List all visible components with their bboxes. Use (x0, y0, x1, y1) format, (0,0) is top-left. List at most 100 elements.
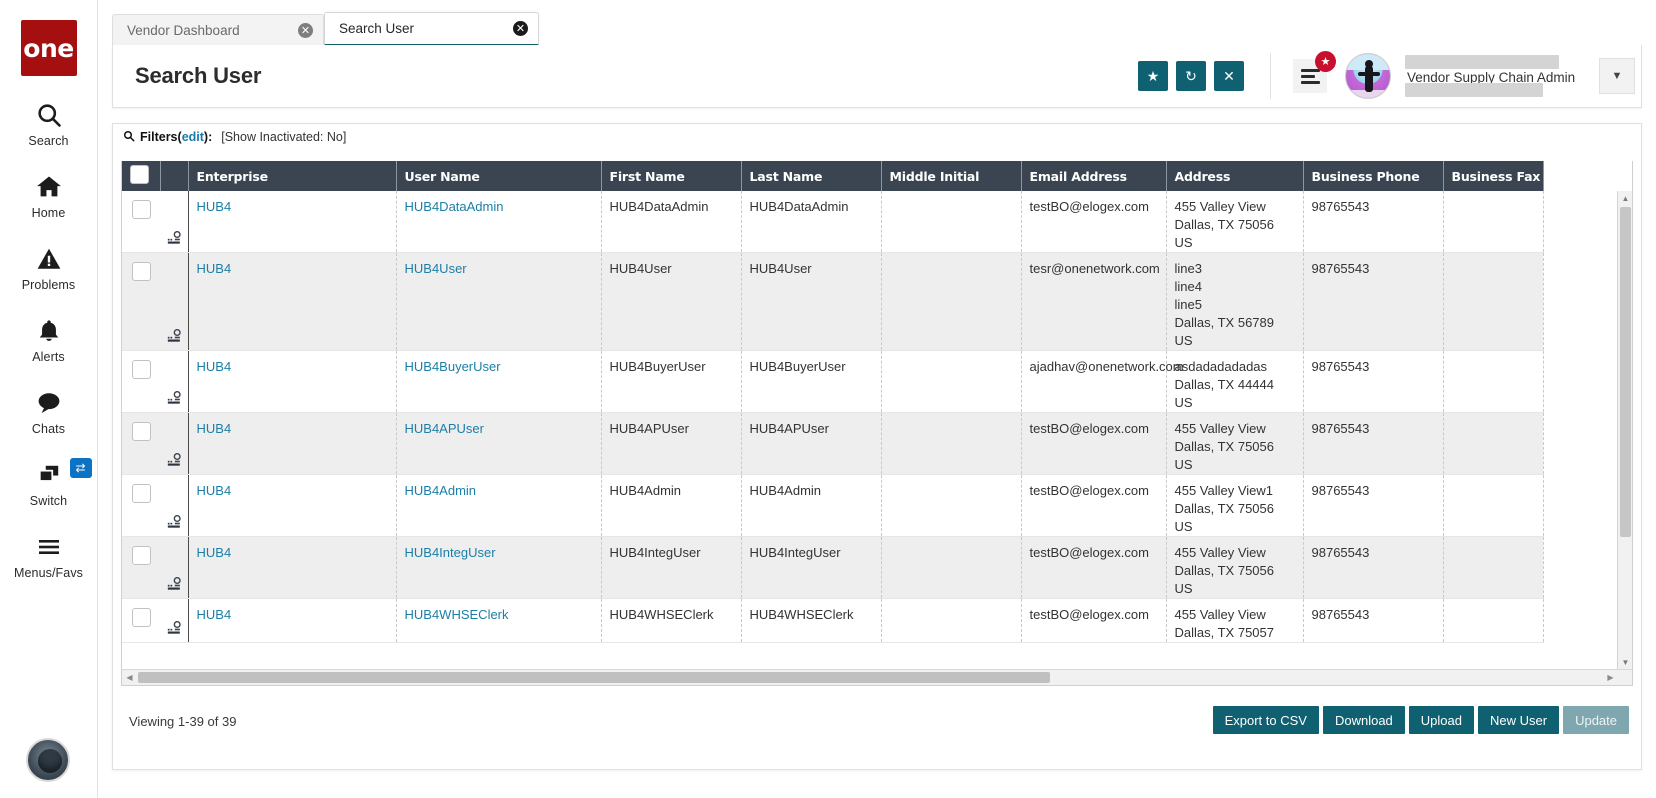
switch-badge-icon[interactable]: ⇄ (69, 458, 92, 478)
row-checkbox[interactable] (132, 484, 151, 503)
scroll-left-icon[interactable]: ◀ (122, 670, 137, 685)
sidebar-item-search[interactable]: Search (0, 98, 98, 148)
address-line: asdadadadadas (1174, 359, 1268, 374)
table-row[interactable]: HUB4 HUB4Admin HUB4Admin HUB4Admin testBO@el… (122, 474, 1544, 537)
user-detail-icon (167, 391, 181, 404)
address-line: 455 Valley View1 (1174, 483, 1274, 498)
vertical-scrollbar[interactable]: ▲ ▼ (1617, 191, 1632, 669)
cell-address: 455 Valley View Dallas, TX 75057 (1166, 598, 1304, 643)
user-table: Enterprise User Name First Name Last Nam… (122, 161, 1544, 643)
sidebar-item-problems[interactable]: Problems (0, 242, 98, 292)
horizontal-scroll-thumb[interactable] (138, 672, 1050, 683)
enterprise-link[interactable]: HUB4 (197, 607, 232, 622)
row-checkbox[interactable] (132, 200, 151, 219)
sidebar-item-alerts[interactable]: Alerts (0, 314, 98, 364)
enterprise-link[interactable]: HUB4 (197, 359, 232, 374)
enterprise-link[interactable]: HUB4 (197, 199, 232, 214)
rail-user-avatar[interactable] (26, 738, 70, 782)
cell-middle-initial (881, 350, 1022, 413)
filters-edit-link[interactable]: edit (182, 130, 204, 144)
user-name-link[interactable]: HUB4BuyerUser (405, 359, 501, 374)
sidebar-item-switch[interactable]: ⇄ Switch (0, 458, 98, 508)
table-row[interactable]: HUB4 HUB4DataAdmin HUB4DataAdmin HUB4DataAd… (122, 191, 1544, 253)
row-icon-cell[interactable] (160, 412, 189, 475)
close-icon: ✕ (1223, 67, 1235, 84)
table-row[interactable]: HUB4 HUB4WHSEClerk HUB4WHSEClerk HUB4WHSECl… (122, 598, 1544, 643)
user-menu-button[interactable]: ▼ (1599, 58, 1635, 94)
horizontal-scrollbar[interactable]: ◀ ▶ (122, 669, 1632, 685)
col-first-name[interactable]: First Name (601, 161, 742, 191)
warning-icon (35, 242, 63, 276)
cell-first-name: HUB4APUser (601, 412, 742, 475)
user-name-link[interactable]: HUB4Admin (405, 483, 477, 498)
row-checkbox[interactable] (132, 608, 151, 627)
col-business-fax[interactable]: Business Fax (1443, 161, 1544, 191)
header-divider (1270, 53, 1271, 99)
row-icon-cell[interactable] (160, 536, 189, 599)
sidebar-item-label: Switch (29, 494, 68, 508)
scroll-right-icon[interactable]: ▶ (1603, 670, 1618, 685)
enterprise-link[interactable]: HUB4 (197, 421, 232, 436)
row-checkbox[interactable] (132, 422, 151, 441)
table-row[interactable]: HUB4 HUB4IntegUser HUB4IntegUser HUB4IntegU… (122, 536, 1544, 599)
vertical-scroll-thumb[interactable] (1620, 207, 1631, 537)
user-name-link[interactable]: HUB4DataAdmin (405, 199, 504, 214)
row-icon-cell[interactable] (160, 598, 189, 643)
col-email-address[interactable]: Email Address (1021, 161, 1167, 191)
sidebar-item-menus-favs[interactable]: Menus/Favs (0, 530, 98, 580)
refresh-button[interactable]: ↻ (1176, 61, 1206, 91)
enterprise-link[interactable]: HUB4 (197, 545, 232, 560)
row-checkbox[interactable] (132, 546, 151, 565)
enterprise-link[interactable]: HUB4 (197, 261, 232, 276)
user-name-link[interactable]: HUB4User (405, 261, 467, 276)
sidebar-item-chats[interactable]: Chats (0, 386, 98, 436)
switch-icon (34, 458, 64, 492)
cell-enterprise: HUB4 (188, 536, 397, 599)
enterprise-link[interactable]: HUB4 (197, 483, 232, 498)
app-logo[interactable]: one (20, 20, 77, 76)
avatar[interactable] (1345, 53, 1391, 99)
export-to-csv-button[interactable]: Export to CSV (1212, 706, 1319, 734)
scroll-down-icon[interactable]: ▼ (1618, 655, 1632, 669)
cell-first-name: HUB4BuyerUser (601, 350, 742, 413)
cell-email-address: testBO@elogex.com (1021, 536, 1167, 599)
row-checkbox[interactable] (132, 360, 151, 379)
sidebar-item-label: Chats (31, 422, 66, 436)
col-middle-initial[interactable]: Middle Initial (881, 161, 1022, 191)
context-menu-button[interactable]: ★ (1293, 51, 1336, 93)
close-icon[interactable]: ✕ (513, 21, 528, 36)
col-address[interactable]: Address (1166, 161, 1304, 191)
col-business-phone[interactable]: Business Phone (1303, 161, 1444, 191)
cell-address: asdadadadadas Dallas, TX 44444 US (1166, 350, 1304, 413)
user-detail-icon (167, 621, 181, 634)
col-enterprise[interactable]: Enterprise (188, 161, 397, 191)
col-user-name[interactable]: User Name (396, 161, 602, 191)
user-name-link[interactable]: HUB4WHSEClerk (405, 607, 509, 622)
table-row[interactable]: HUB4 HUB4APUser HUB4APUser HUB4APUser testBO… (122, 412, 1544, 475)
row-icon-cell[interactable] (160, 474, 189, 537)
close-page-button[interactable]: ✕ (1214, 61, 1244, 91)
table-row[interactable]: HUB4 HUB4User HUB4User HUB4User tesr@onenetw… (122, 252, 1544, 351)
upload-button[interactable]: Upload (1408, 706, 1474, 734)
user-name-link[interactable]: HUB4IntegUser (405, 545, 496, 560)
tab-vendor-dashboard[interactable]: Vendor Dashboard ✕ (112, 14, 324, 46)
select-all-checkbox[interactable] (130, 165, 149, 184)
new-user-button[interactable]: New User (1478, 706, 1560, 734)
tab-search-user[interactable]: Search User ✕ (324, 12, 539, 46)
row-checkbox[interactable] (132, 262, 151, 281)
address-line: line4 (1174, 279, 1202, 294)
row-icon-cell[interactable] (160, 191, 189, 253)
user-name-link[interactable]: HUB4APUser (405, 421, 484, 436)
cell-user-name: HUB4APUser (396, 412, 602, 475)
col-last-name[interactable]: Last Name (741, 161, 882, 191)
row-icon-cell[interactable] (160, 252, 189, 351)
row-icon-cell[interactable] (160, 350, 189, 413)
close-icon[interactable]: ✕ (298, 23, 313, 38)
cell-business-phone: 98765543 (1303, 350, 1444, 413)
hamburger-icon (1300, 68, 1320, 84)
table-row[interactable]: HUB4 HUB4BuyerUser HUB4BuyerUser HUB4BuyerU… (122, 350, 1544, 413)
sidebar-item-home[interactable]: Home (0, 170, 98, 220)
download-button[interactable]: Download (1322, 706, 1405, 734)
favorite-button[interactable]: ★ (1138, 61, 1168, 91)
scroll-up-icon[interactable]: ▲ (1618, 191, 1632, 205)
